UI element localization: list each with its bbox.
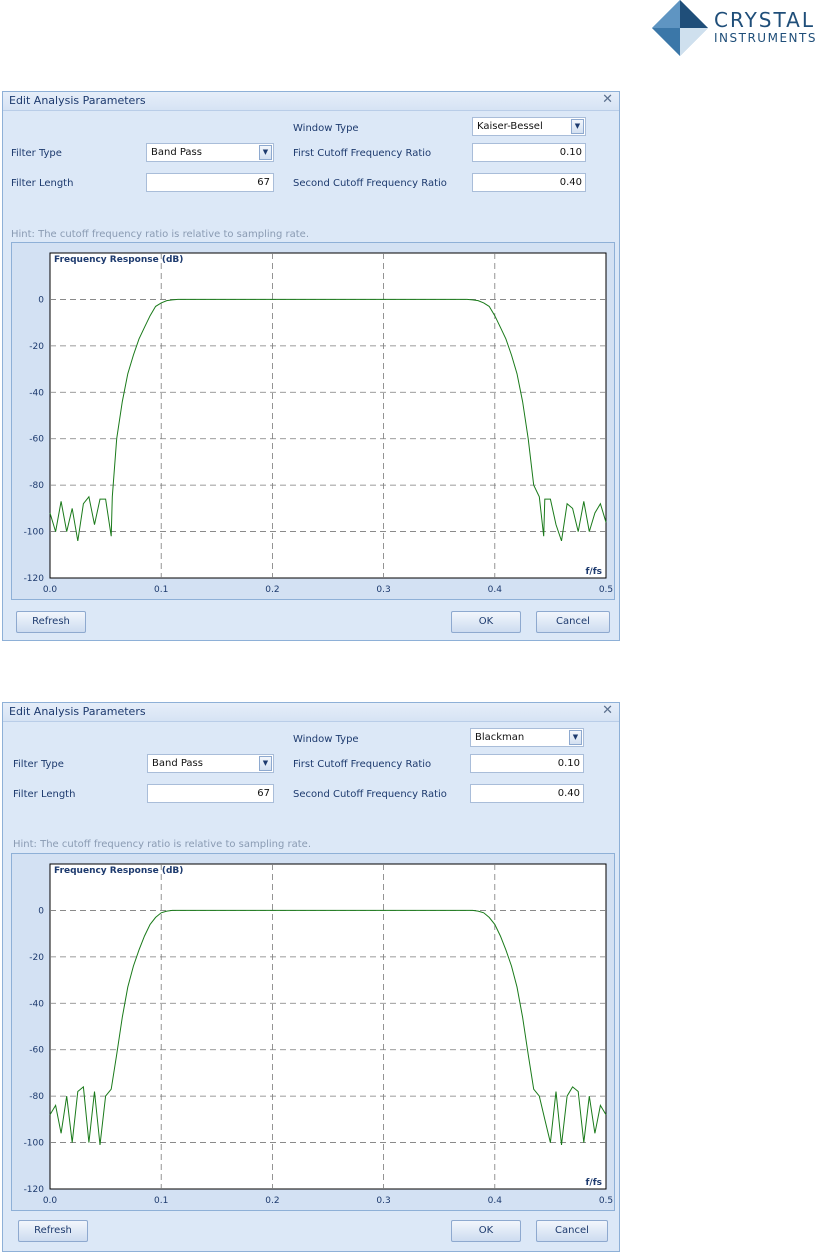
x-tick-label: 0.5 bbox=[599, 585, 613, 595]
logo-diamond-icon bbox=[652, 0, 708, 56]
window-type-select[interactable]: Blackman ▼ bbox=[470, 728, 584, 747]
second-cutoff-label: Second Cutoff Frequency Ratio bbox=[293, 789, 447, 800]
x-axis-label: f/fs bbox=[586, 1178, 602, 1188]
frequency-response-plot: 0.0 0.1 0.2 0.3 0.4 0.5 0 -20 -40 -60 -80 -100 -120 F… bbox=[24, 863, 613, 1206]
y-tick-label: -80 bbox=[29, 481, 44, 491]
x-tick-label: 0.2 bbox=[265, 1196, 279, 1206]
filter-length-label: Filter Length bbox=[13, 789, 76, 800]
first-cutoff-input[interactable]: 0.10 bbox=[470, 754, 584, 773]
y-tick-label: 0 bbox=[38, 295, 44, 305]
frequency-response-plot: 0.0 0.1 0.2 0.3 0.4 0.5 0 -20 -40 -60 -80 -100 -120 F… bbox=[24, 252, 613, 595]
chart-title: Frequency Response (dB) bbox=[54, 255, 183, 265]
y-tick-label: -80 bbox=[29, 1092, 44, 1102]
window-type-label: Window Type bbox=[293, 734, 359, 745]
first-cutoff-label: First Cutoff Frequency Ratio bbox=[293, 759, 432, 770]
close-icon[interactable]: ✕ bbox=[602, 703, 613, 718]
window-type-value: Kaiser-Bessel bbox=[477, 121, 543, 132]
edit-analysis-dialog-kaiser: Edit Analysis Parameters ✕ Window Type K… bbox=[2, 91, 620, 641]
plot-area bbox=[49, 252, 607, 579]
y-tick-label: -60 bbox=[29, 435, 44, 445]
frequency-response-chart: 0.0 0.1 0.2 0.3 0.4 0.5 0 -20 -40 -60 -80 -100 -120 F… bbox=[11, 853, 615, 1211]
x-tick-label: 0.3 bbox=[376, 585, 390, 595]
y-tick-label: 0 bbox=[38, 906, 44, 916]
x-tick-label: 0.1 bbox=[154, 585, 168, 595]
y-tick-label: -40 bbox=[29, 999, 44, 1009]
cancel-button[interactable]: Cancel bbox=[536, 611, 610, 633]
chevron-down-icon[interactable]: ▼ bbox=[569, 730, 582, 745]
ok-button[interactable]: OK bbox=[451, 611, 521, 633]
x-tick-label: 0.2 bbox=[265, 585, 279, 595]
x-tick-label: 0.0 bbox=[43, 1196, 58, 1206]
logo-wordmark-crystal: CRYSTAL bbox=[714, 8, 815, 32]
chevron-down-icon[interactable]: ▼ bbox=[571, 119, 584, 134]
x-tick-label: 0.4 bbox=[488, 585, 503, 595]
y-tick-label: -120 bbox=[24, 574, 45, 584]
x-tick-label: 0.1 bbox=[154, 1196, 168, 1206]
second-cutoff-input[interactable]: 0.40 bbox=[472, 173, 586, 192]
crystal-instruments-logo: CRYSTAL INSTRUMENTS bbox=[650, 0, 826, 56]
x-axis-label: f/fs bbox=[586, 567, 602, 577]
y-tick-label: -100 bbox=[24, 1139, 45, 1149]
filter-length-input[interactable]: 67 bbox=[146, 173, 274, 192]
y-tick-label: -120 bbox=[24, 1185, 45, 1195]
x-tick-label: 0.3 bbox=[376, 1196, 390, 1206]
filter-type-select[interactable]: Band Pass ▼ bbox=[146, 143, 274, 162]
y-tick-label: -20 bbox=[29, 342, 44, 352]
ok-button[interactable]: OK bbox=[451, 1220, 521, 1242]
x-tick-label: 0.0 bbox=[43, 585, 58, 595]
filter-type-value: Band Pass bbox=[151, 147, 202, 158]
window-type-value: Blackman bbox=[475, 732, 525, 743]
filter-type-value: Band Pass bbox=[152, 758, 203, 769]
dialog-titlebar: Edit Analysis Parameters ✕ bbox=[3, 92, 619, 111]
x-tick-label: 0.4 bbox=[488, 1196, 503, 1206]
refresh-button[interactable]: Refresh bbox=[18, 1220, 88, 1242]
refresh-button[interactable]: Refresh bbox=[16, 611, 86, 633]
window-type-select[interactable]: Kaiser-Bessel ▼ bbox=[472, 117, 586, 136]
edit-analysis-dialog-blackman: Edit Analysis Parameters ✕ Window Type B… bbox=[2, 702, 620, 1252]
window-type-label: Window Type bbox=[293, 123, 359, 134]
logo-wordmark-instruments: INSTRUMENTS bbox=[714, 31, 817, 45]
close-icon[interactable]: ✕ bbox=[602, 92, 613, 107]
second-cutoff-input[interactable]: 0.40 bbox=[470, 784, 584, 803]
plot-area bbox=[49, 863, 607, 1190]
filter-length-label: Filter Length bbox=[11, 178, 74, 189]
filter-length-input[interactable]: 67 bbox=[147, 784, 274, 803]
y-tick-label: -100 bbox=[24, 528, 45, 538]
cancel-button[interactable]: Cancel bbox=[536, 1220, 608, 1242]
first-cutoff-label: First Cutoff Frequency Ratio bbox=[293, 148, 432, 159]
dialog-title: Edit Analysis Parameters bbox=[9, 705, 146, 718]
hint-text: Hint: The cutoff frequency ratio is rela… bbox=[13, 839, 312, 850]
filter-type-label: Filter Type bbox=[11, 148, 62, 159]
chevron-down-icon[interactable]: ▼ bbox=[259, 756, 272, 771]
frequency-response-chart: 0.0 0.1 0.2 0.3 0.4 0.5 0 -20 -40 -60 -80 -100 -120 F… bbox=[11, 242, 615, 600]
first-cutoff-input[interactable]: 0.10 bbox=[472, 143, 586, 162]
y-tick-label: -20 bbox=[29, 953, 44, 963]
filter-type-select[interactable]: Band Pass ▼ bbox=[147, 754, 274, 773]
filter-type-label: Filter Type bbox=[13, 759, 64, 770]
dialog-title: Edit Analysis Parameters bbox=[9, 94, 146, 107]
x-tick-label: 0.5 bbox=[599, 1196, 613, 1206]
chart-title: Frequency Response (dB) bbox=[54, 866, 183, 876]
second-cutoff-label: Second Cutoff Frequency Ratio bbox=[293, 178, 447, 189]
hint-text: Hint: The cutoff frequency ratio is rela… bbox=[11, 229, 310, 240]
chevron-down-icon[interactable]: ▼ bbox=[259, 145, 272, 160]
y-tick-label: -40 bbox=[29, 388, 44, 398]
dialog-titlebar: Edit Analysis Parameters ✕ bbox=[3, 703, 619, 722]
y-tick-label: -60 bbox=[29, 1046, 44, 1056]
